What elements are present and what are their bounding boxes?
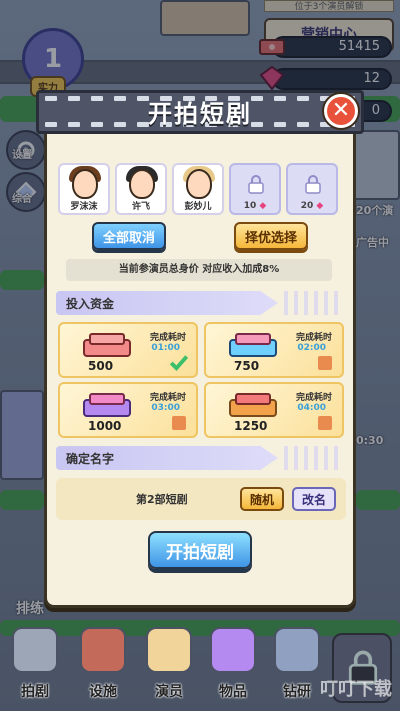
- fund-amount: 750: [234, 359, 260, 373]
- actor-name: 许飞: [131, 202, 150, 212]
- checkbox[interactable]: [318, 416, 332, 430]
- actor-name: 罗沫沫: [70, 202, 98, 212]
- gem-icon: ◆: [259, 201, 267, 211]
- nav-label: 钻研: [283, 684, 311, 700]
- actor-card[interactable]: 许飞: [115, 163, 167, 215]
- start-drama-button[interactable]: 开拍短剧: [148, 531, 252, 569]
- unlock-cost-value: 10: [243, 201, 257, 211]
- random-name-button[interactable]: 随机: [240, 487, 284, 511]
- nav-label: 拍剧: [21, 684, 49, 700]
- time-value: 02:00: [297, 343, 326, 353]
- locked-actor-slot[interactable]: 20 ◆: [286, 163, 338, 215]
- item-box-icon: [210, 627, 256, 673]
- time-label: 完成耗时: [295, 393, 332, 403]
- nav-label: 物品: [219, 684, 247, 700]
- nav-item-facilities[interactable]: 设施: [74, 627, 132, 703]
- unlock-cost: 20 ◆: [288, 201, 336, 211]
- facility-icon: [80, 627, 126, 673]
- actor-icon: [146, 627, 192, 673]
- time-value: 03:00: [151, 403, 180, 413]
- time-label: 完成耗时: [295, 333, 332, 343]
- nav-item-drama[interactable]: 拍剧: [6, 627, 64, 703]
- fund-section-header: 投入资金: [56, 291, 278, 315]
- fund-amount: 500: [88, 359, 114, 373]
- gift-box-icon: [83, 393, 131, 417]
- locked-actor-slot[interactable]: 10 ◆: [229, 163, 281, 215]
- fund-section-title: 投入资金: [66, 297, 115, 311]
- actor-name: 彭妙儿: [184, 202, 212, 212]
- nav-item-actors[interactable]: 演员: [140, 627, 198, 703]
- watermark-text: 叮叮下载: [320, 679, 392, 700]
- bottom-nav: 拍剧 设施 演员 物品 钻研 叮叮下载: [0, 621, 400, 711]
- fund-option[interactable]: 完成耗时 01:00 500: [58, 322, 198, 378]
- nav-item-research[interactable]: 钻研: [268, 627, 326, 703]
- drama-name-row: 第2部短剧 随机 改名: [56, 478, 346, 520]
- actor-portrait: [129, 169, 155, 199]
- checkbox[interactable]: [172, 416, 186, 430]
- section-decoration: [278, 291, 344, 315]
- fund-amount: 1000: [88, 419, 122, 433]
- name-section-header: 确定名字: [56, 446, 278, 470]
- time-label: 完成耗时: [149, 393, 186, 403]
- lock-icon: [248, 175, 264, 194]
- actor-list: 罗沫沫 许飞 彭妙儿 10 ◆ 20 ◆: [58, 163, 348, 215]
- nav-label: 设施: [89, 684, 117, 700]
- close-button[interactable]: ✕: [324, 94, 358, 128]
- drama-name: 第2部短剧: [136, 493, 188, 506]
- cancel-all-button[interactable]: 全部取消: [92, 222, 166, 250]
- checkbox[interactable]: [318, 356, 332, 370]
- cast-bonus-info: 当前参演员总身价 对应收入加成8%: [66, 259, 332, 281]
- unlock-cost: 10 ◆: [231, 201, 279, 211]
- actor-card[interactable]: 彭妙儿: [172, 163, 224, 215]
- time-value: 04:00: [297, 403, 326, 413]
- gift-box-icon: [229, 333, 277, 357]
- close-icon: ✕: [331, 98, 351, 123]
- cash-stack-icon: [83, 333, 131, 357]
- select-best-button[interactable]: 择优选择: [234, 222, 308, 250]
- name-section-title: 确定名字: [66, 452, 115, 466]
- time-label: 完成耗时: [149, 333, 186, 343]
- nav-item-items[interactable]: 物品: [204, 627, 262, 703]
- nav-label: 演员: [155, 684, 183, 700]
- research-icon: [274, 627, 320, 673]
- clapperboard-icon: [12, 627, 58, 673]
- lock-icon: [305, 175, 321, 194]
- gem-icon: ◆: [316, 201, 324, 211]
- fund-option[interactable]: 完成耗时 02:00 750: [204, 322, 344, 378]
- actor-card[interactable]: 罗沫沫: [58, 163, 110, 215]
- checkmark-icon: [170, 355, 188, 371]
- time-value: 01:00: [151, 343, 180, 353]
- rename-button[interactable]: 改名: [292, 487, 336, 511]
- fund-option[interactable]: 完成耗时 03:00 1000: [58, 382, 198, 438]
- section-decoration: [278, 446, 344, 470]
- fund-option[interactable]: 完成耗时 04:00 1250: [204, 382, 344, 438]
- fund-amount: 1250: [234, 419, 268, 433]
- actor-portrait: [72, 169, 98, 199]
- unlock-cost-value: 20: [300, 201, 314, 211]
- gift-box-icon: [229, 393, 277, 417]
- actor-portrait: [186, 169, 212, 199]
